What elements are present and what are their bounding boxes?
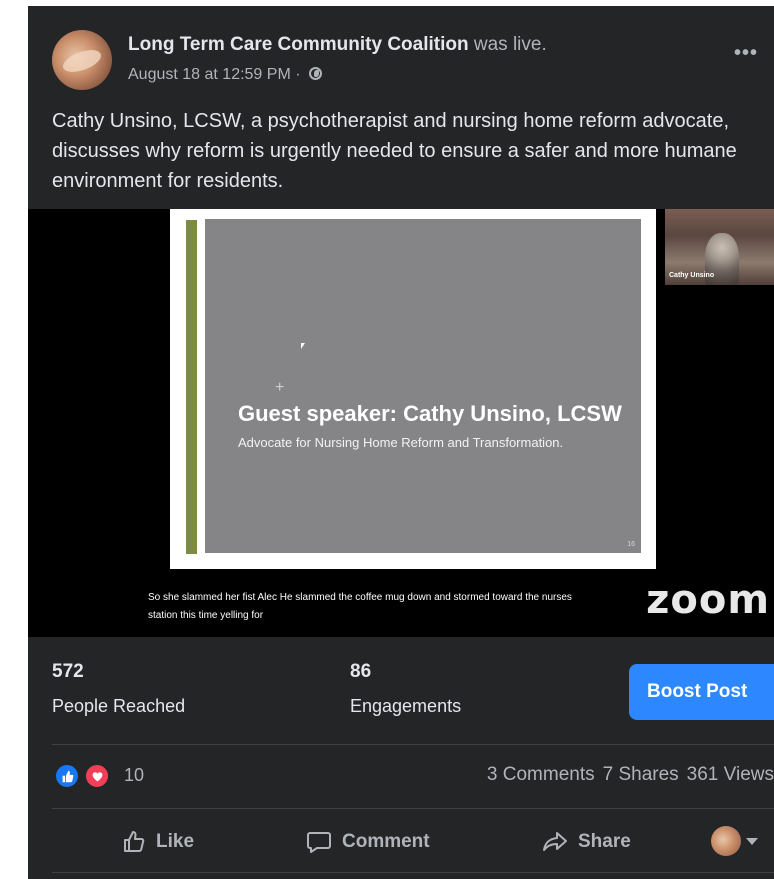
divider [52,744,774,745]
participant-name: Cathy Unsino [669,272,715,279]
caption-line-1: So she slammed her fist Alec He slammed … [148,592,572,603]
participant-thumbnail: Cathy Unsino [665,209,774,285]
love-icon[interactable] [84,763,110,789]
engagements-label: Engagements [350,696,462,716]
slide-accent-bar [186,220,197,554]
people-reached-label: People Reached [52,696,186,716]
more-options-icon[interactable]: ••• [734,42,758,65]
zoom-watermark: zoom [646,577,770,623]
slide-number: 16 [627,541,635,548]
page-name-link[interactable]: Long Term Care Community Coalition [128,34,469,55]
presentation-slide: + Guest speaker: Cathy Unsino, LCSW Advo… [170,209,656,569]
chevron-down-icon[interactable] [746,838,758,845]
share-icon [543,832,567,851]
engagement-stats: 3 Comments 7 Shares 361 Views [479,764,774,786]
comment-icon [307,832,331,853]
post-header-title: Long Term Care Community Coalition was l… [128,34,547,56]
slide-subtitle: Advocate for Nursing Home Reform and Tra… [238,435,564,450]
like-icon[interactable] [54,763,80,789]
live-caption: So she slammed her fist Alec He slammed … [148,589,668,625]
globe-icon [309,67,322,80]
divider [52,872,774,873]
slide-title: Guest speaker: Cathy Unsino, LCSW [238,401,622,426]
slide-plus-mark: + [275,379,285,396]
post-timestamp[interactable]: August 18 at 12:59 PM · [128,66,301,83]
post-card: Long Term Care Community Coalition was l… [28,6,774,879]
comment-button-label: Comment [342,831,430,852]
like-button-label: Like [156,831,195,852]
comments-count[interactable]: 3 Comments [487,764,595,785]
like-outline-icon [124,831,145,852]
slide-content: + Guest speaker: Cathy Unsino, LCSW Advo… [205,219,641,553]
people-reached-value: 572 [52,661,84,682]
divider [52,808,774,809]
post-text: Cathy Unsino, LCSW, a psychotherapist an… [52,110,737,192]
live-suffix: was live. [473,34,547,55]
comment-button[interactable]: Comment [306,822,430,862]
share-button-label: Share [578,831,631,852]
engagements-value: 86 [350,661,372,682]
mouse-cursor-icon [301,343,305,349]
caption-line-2: station this time yelling for [148,610,264,621]
like-button[interactable]: Like [122,822,194,862]
share-button[interactable]: Share [542,822,631,862]
shares-count[interactable]: 7 Shares [603,764,679,785]
boost-post-button[interactable]: Boost Post [629,664,774,720]
page-avatar[interactable] [52,30,112,90]
reaction-count[interactable]: 10 [124,765,144,786]
post-timestamp-row: August 18 at 12:59 PM · [128,66,322,84]
video-player[interactable]: + Guest speaker: Cathy Unsino, LCSW Advo… [28,209,774,637]
post-as-avatar[interactable] [711,826,741,856]
views-count[interactable]: 361 Views [687,764,774,785]
